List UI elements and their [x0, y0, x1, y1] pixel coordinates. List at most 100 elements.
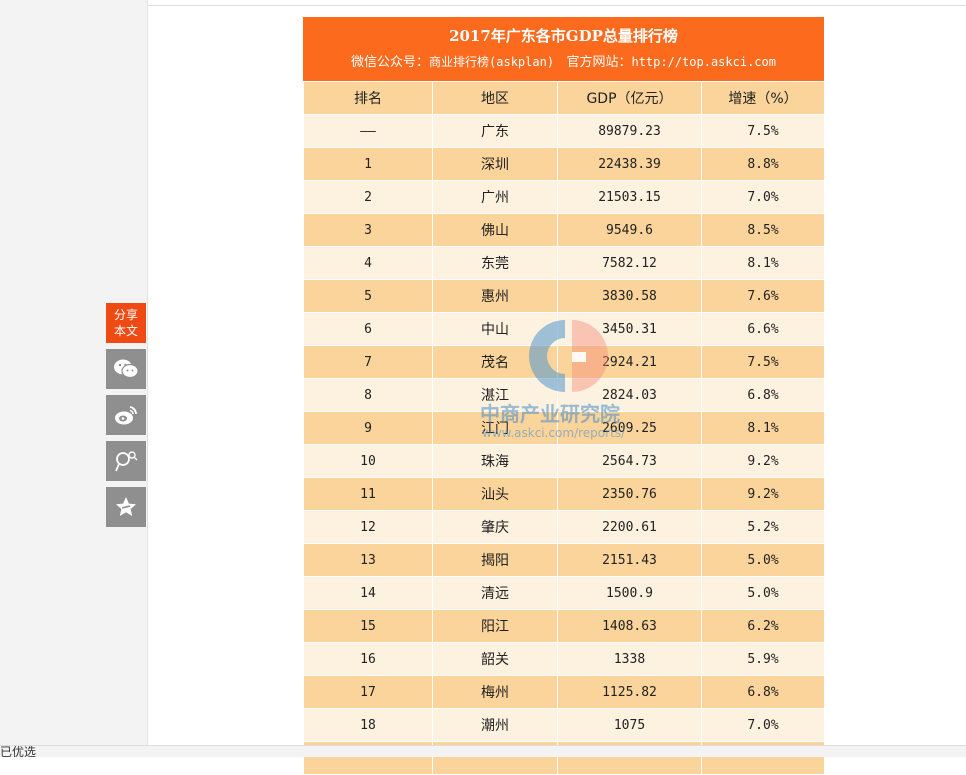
table-row: 9 江门 2609.25 8.1%: [303, 411, 825, 445]
cell-growth: 7.0%: [701, 180, 825, 214]
cell-region: 广东: [432, 114, 558, 148]
cell-rank: 16: [303, 642, 433, 676]
cell-growth: 5.2%: [701, 510, 825, 544]
cell-growth: 8.1%: [701, 246, 825, 280]
wechat-value: 商业排行榜(askplan): [429, 55, 555, 69]
cell-region: 潮州: [432, 708, 558, 742]
cell-rank: 8: [303, 378, 433, 412]
table-row: 15 阳江 1408.63 6.2%: [303, 609, 825, 643]
cell-region: 东莞: [432, 246, 558, 280]
cell-rank: 17: [303, 675, 433, 709]
cell-region: 揭阳: [432, 543, 558, 577]
cell-gdp: 7582.12: [557, 246, 702, 280]
cell-gdp: 1338: [557, 642, 702, 676]
cell-growth: 6.2%: [701, 609, 825, 643]
table-row: 2 广州 21503.15 7.0%: [303, 180, 825, 214]
cell-gdp: 1075: [557, 708, 702, 742]
cell-region: 阳江: [432, 609, 558, 643]
share-bar: 分享 本文: [106, 303, 146, 527]
cell-rank: 18: [303, 708, 433, 742]
wechat-icon: [114, 359, 139, 379]
cell-growth: 8.1%: [701, 411, 825, 445]
cell-rank: 12: [303, 510, 433, 544]
wechat-label: 微信公众号：: [351, 55, 430, 70]
cell-growth: 5.0%: [701, 576, 825, 610]
cell-growth: 9.2%: [701, 444, 825, 478]
site-label: 官方网站：: [566, 55, 632, 70]
share-label: 分享 本文: [106, 303, 146, 343]
cell-gdp: 2609.25: [557, 411, 702, 445]
cell-rank: ——: [303, 114, 433, 148]
site-url-link[interactable]: http://top.askci.com: [631, 55, 776, 69]
cell-gdp: 3830.58: [557, 279, 702, 313]
table-row: 3 佛山 9549.6 8.5%: [303, 213, 825, 247]
cell-growth: 6.8%: [701, 675, 825, 709]
cell-growth: 7.5%: [701, 345, 825, 379]
table-row: 13 揭阳 2151.43 5.0%: [303, 543, 825, 577]
table-row: 11 汕头 2350.76 9.2%: [303, 477, 825, 511]
table-row: 8 湛江 2824.03 6.8%: [303, 378, 825, 412]
cell-region: 肇庆: [432, 510, 558, 544]
cell-rank: 1: [303, 147, 433, 181]
table-row: 5 惠州 3830.58 7.6%: [303, 279, 825, 313]
share-weibo-button[interactable]: [106, 395, 146, 435]
cell-region: 湛江: [432, 378, 558, 412]
table-subtitle: 微信公众号：商业排行榜(askplan) 官方网站：http://top.ask…: [351, 54, 776, 71]
cell-growth: 6.6%: [701, 312, 825, 346]
cell-rank: 9: [303, 411, 433, 445]
table-row: 6 中山 3450.31 6.6%: [303, 312, 825, 346]
cell-gdp: 2564.73: [557, 444, 702, 478]
table-header-banner: 2017年广东各市GDP总量排行榜 微信公众号：商业排行榜(askplan) 官…: [303, 17, 824, 81]
cell-gdp: 89879.23: [557, 114, 702, 148]
cell-gdp: 2924.21: [557, 345, 702, 379]
cell-region: 广州: [432, 180, 558, 214]
table-row: 18 潮州 1075 7.0%: [303, 708, 825, 742]
gdp-ranking-table: 2017年广东各市GDP总量排行榜 微信公众号：商业排行榜(askplan) 官…: [303, 17, 825, 775]
footer-text: 已优选: [0, 745, 37, 757]
cell-growth: 5.9%: [701, 642, 825, 676]
cell-growth: 5.0%: [701, 543, 825, 577]
cell-region: 韶关: [432, 642, 558, 676]
cell-growth: 9.2%: [701, 477, 825, 511]
table-row: 14 清远 1500.9 5.0%: [303, 576, 825, 610]
cell-gdp: 3450.31: [557, 312, 702, 346]
share-favorite-button[interactable]: [106, 487, 146, 527]
cell-gdp: 1500.9: [557, 576, 702, 610]
share-qzone-button[interactable]: [106, 441, 146, 481]
cell-growth: 8.8%: [701, 147, 825, 181]
cell-region: 惠州: [432, 279, 558, 313]
cell-gdp: 2824.03: [557, 378, 702, 412]
cell-region: 汕头: [432, 477, 558, 511]
column-header-region: 地区: [432, 81, 558, 115]
cell-gdp: 1408.63: [557, 609, 702, 643]
column-header-growth: 增速（%）: [701, 81, 825, 115]
cell-gdp: 2151.43: [557, 543, 702, 577]
share-label-line2: 本文: [113, 324, 138, 338]
cell-region: 茂名: [432, 345, 558, 379]
cell-region: 中山: [432, 312, 558, 346]
cell-gdp: 2350.76: [557, 477, 702, 511]
cell-rank: 4: [303, 246, 433, 280]
cell-rank: 7: [303, 345, 433, 379]
data-table: 排名 地区 GDP（亿元） 增速（%） —— 广东 89879.23 7.5% 1 深圳 2…: [303, 81, 825, 775]
table-body: —— 广东 89879.23 7.5% 1 深圳 22438.39 8.8% 2 广州 21503.…: [303, 114, 825, 775]
table-row: 12 肇庆 2200.61 5.2%: [303, 510, 825, 544]
share-label-line1: 分享: [113, 308, 138, 322]
table-row: 7 茂名 2924.21 7.5%: [303, 345, 825, 379]
cell-gdp: 2200.61: [557, 510, 702, 544]
cell-gdp: 22438.39: [557, 147, 702, 181]
cell-growth: 7.5%: [701, 114, 825, 148]
cell-region: 江门: [432, 411, 558, 445]
share-wechat-button[interactable]: [106, 349, 146, 389]
cell-growth: 8.5%: [701, 213, 825, 247]
cell-region: 梅州: [432, 675, 558, 709]
cell-rank: 10: [303, 444, 433, 478]
cell-rank: 3: [303, 213, 433, 247]
cell-region: 深圳: [432, 147, 558, 181]
table-row: 16 韶关 1338 5.9%: [303, 642, 825, 676]
table-row: 1 深圳 22438.39 8.8%: [303, 147, 825, 181]
table-row: 10 珠海 2564.73 9.2%: [303, 444, 825, 478]
cell-region: 佛山: [432, 213, 558, 247]
table-row: 17 梅州 1125.82 6.8%: [303, 675, 825, 709]
cell-growth: 7.6%: [701, 279, 825, 313]
